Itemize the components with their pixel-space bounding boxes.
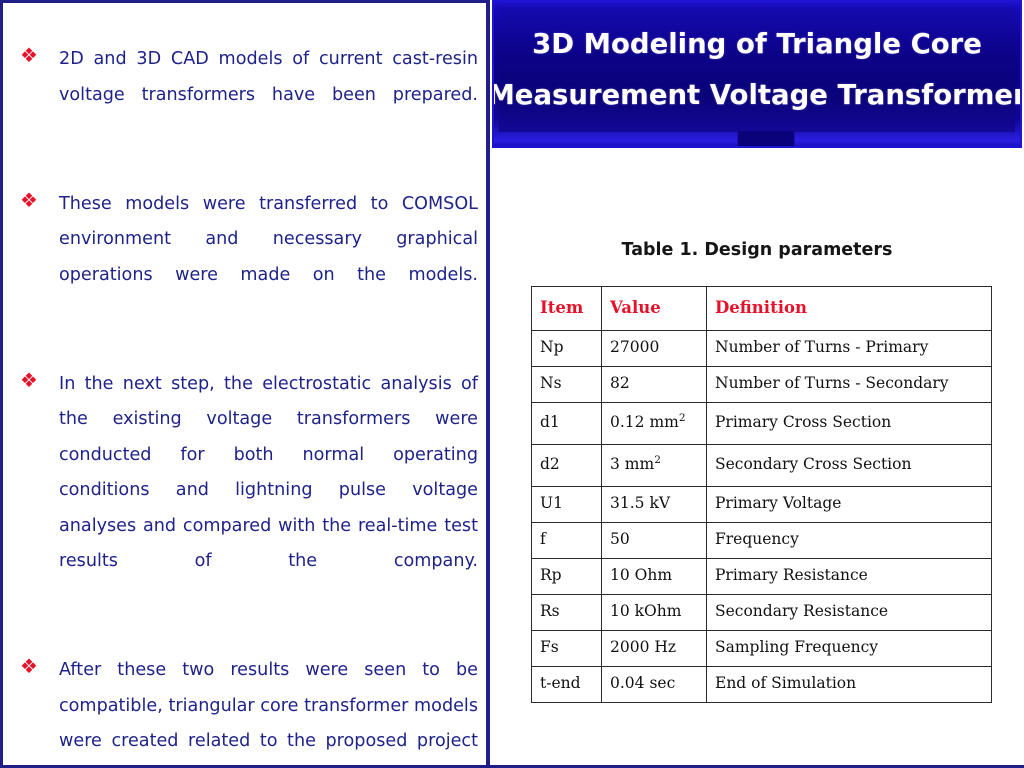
cell-definition: Number of Turns - Primary bbox=[706, 330, 992, 367]
table-caption: Table 1. Design parameters bbox=[621, 240, 893, 260]
cell-definition: Frequency bbox=[706, 522, 992, 559]
diamond-bullet-icon: ❖ bbox=[20, 187, 38, 212]
cell-value: 3 mm2 bbox=[601, 444, 707, 487]
cell-definition: Primary Cross Section bbox=[706, 402, 992, 445]
cell-definition: Secondary Resistance bbox=[706, 594, 992, 631]
table-row: t-end 0.04 sec End of Simulation bbox=[531, 666, 992, 703]
table-row: U1 31.5 kV Primary Voltage bbox=[531, 486, 992, 523]
banner-notch bbox=[737, 131, 795, 146]
table-row: d2 3 mm2 Secondary Cross Section bbox=[531, 444, 992, 487]
cell-value: 10 kOhm bbox=[601, 594, 707, 631]
cell-value: 0.04 sec bbox=[601, 666, 707, 703]
title-banner: 3D Modeling of Triangle Core Measurement… bbox=[492, 0, 1022, 148]
table-header-row: Item Value Definition bbox=[531, 286, 992, 331]
cell-item: d1 bbox=[531, 402, 602, 445]
cell-item: Rp bbox=[531, 558, 602, 595]
cell-item: Ns bbox=[531, 366, 602, 403]
page-title-line-1: 3D Modeling of Triangle Core bbox=[532, 27, 982, 60]
list-item-text: 2D and 3D CAD models of current cast-res… bbox=[59, 49, 478, 105]
list-item: ❖ These models were transferred to COMSO… bbox=[12, 187, 478, 329]
table-row: f 50 Frequency bbox=[531, 522, 992, 559]
table-row: Fs 2000 Hz Sampling Frequency bbox=[531, 630, 992, 667]
cell-definition: End of Simulation bbox=[706, 666, 992, 703]
cell-item: U1 bbox=[531, 486, 602, 523]
design-parameters-table: Item Value Definition Np 27000 Number of T… bbox=[531, 286, 992, 703]
title-banner-inner: 3D Modeling of Triangle Core Measurement… bbox=[494, 7, 1020, 132]
slide: ❖ 2D and 3D CAD models of current cast-r… bbox=[0, 0, 1024, 768]
page-title-line-2: Measurement Voltage Transformer bbox=[492, 78, 1022, 111]
cell-value: 0.12 mm2 bbox=[601, 402, 707, 445]
cell-definition: Secondary Cross Section bbox=[706, 444, 992, 487]
cell-definition: Number of Turns - Secondary bbox=[706, 366, 992, 403]
cell-definition: Sampling Frequency bbox=[706, 630, 992, 667]
slide-border-left bbox=[0, 0, 3, 768]
table-body: Np 27000 Number of Turns - Primary Ns 82 Numb… bbox=[531, 330, 992, 703]
cell-item: d2 bbox=[531, 444, 602, 487]
cell-value-superscript: 2 bbox=[678, 411, 686, 424]
table-row: Rp 10 Ohm Primary Resistance bbox=[531, 558, 992, 595]
cell-item: t-end bbox=[531, 666, 602, 703]
bullet-list: ❖ 2D and 3D CAD models of current cast-r… bbox=[12, 42, 478, 768]
cell-value: 50 bbox=[601, 522, 707, 559]
cell-item: Fs bbox=[531, 630, 602, 667]
column-header-definition: Definition bbox=[706, 286, 992, 331]
cell-item: Np bbox=[531, 330, 602, 367]
table-row: Rs 10 kOhm Secondary Resistance bbox=[531, 594, 992, 631]
diamond-bullet-icon: ❖ bbox=[20, 654, 38, 678]
diamond-bullet-icon: ❖ bbox=[20, 367, 38, 392]
cell-value: 82 bbox=[601, 366, 707, 403]
cell-value: 31.5 kV bbox=[601, 486, 707, 523]
diamond-bullet-icon: ❖ bbox=[20, 43, 38, 67]
cell-value-superscript: 2 bbox=[654, 453, 661, 466]
list-item-text: These models were transferred to COMSOL … bbox=[59, 193, 478, 285]
table-row: d1 0.12 mm2 Primary Cross Section bbox=[531, 402, 992, 445]
cell-item: Rs bbox=[531, 594, 602, 631]
cell-item: f bbox=[531, 522, 602, 559]
list-item: ❖ In the next step, the electrostatic an… bbox=[12, 367, 478, 616]
table-row: Np 27000 Number of Turns - Primary bbox=[531, 330, 992, 367]
cell-value: 27000 bbox=[601, 330, 707, 367]
cell-value: 2000 Hz bbox=[601, 630, 707, 667]
column-header-value: Value bbox=[601, 286, 707, 331]
list-item-text: In the next step, the electrostatic anal… bbox=[59, 373, 478, 572]
column-header-item: Item bbox=[531, 286, 602, 331]
list-item: ❖ After these two results were seen to b… bbox=[12, 653, 478, 768]
list-item-text: After these two results were seen to be … bbox=[59, 660, 478, 768]
cell-definition: Primary Voltage bbox=[706, 486, 992, 523]
cell-value: 10 Ohm bbox=[601, 558, 707, 595]
cell-definition: Primary Resistance bbox=[706, 558, 992, 595]
table-row: Ns 82 Number of Turns - Secondary bbox=[531, 366, 992, 403]
right-column: 3D Modeling of Triangle Core Measurement… bbox=[490, 0, 1024, 768]
list-item: ❖ 2D and 3D CAD models of current cast-r… bbox=[12, 42, 478, 149]
slide-border-top bbox=[0, 0, 490, 3]
